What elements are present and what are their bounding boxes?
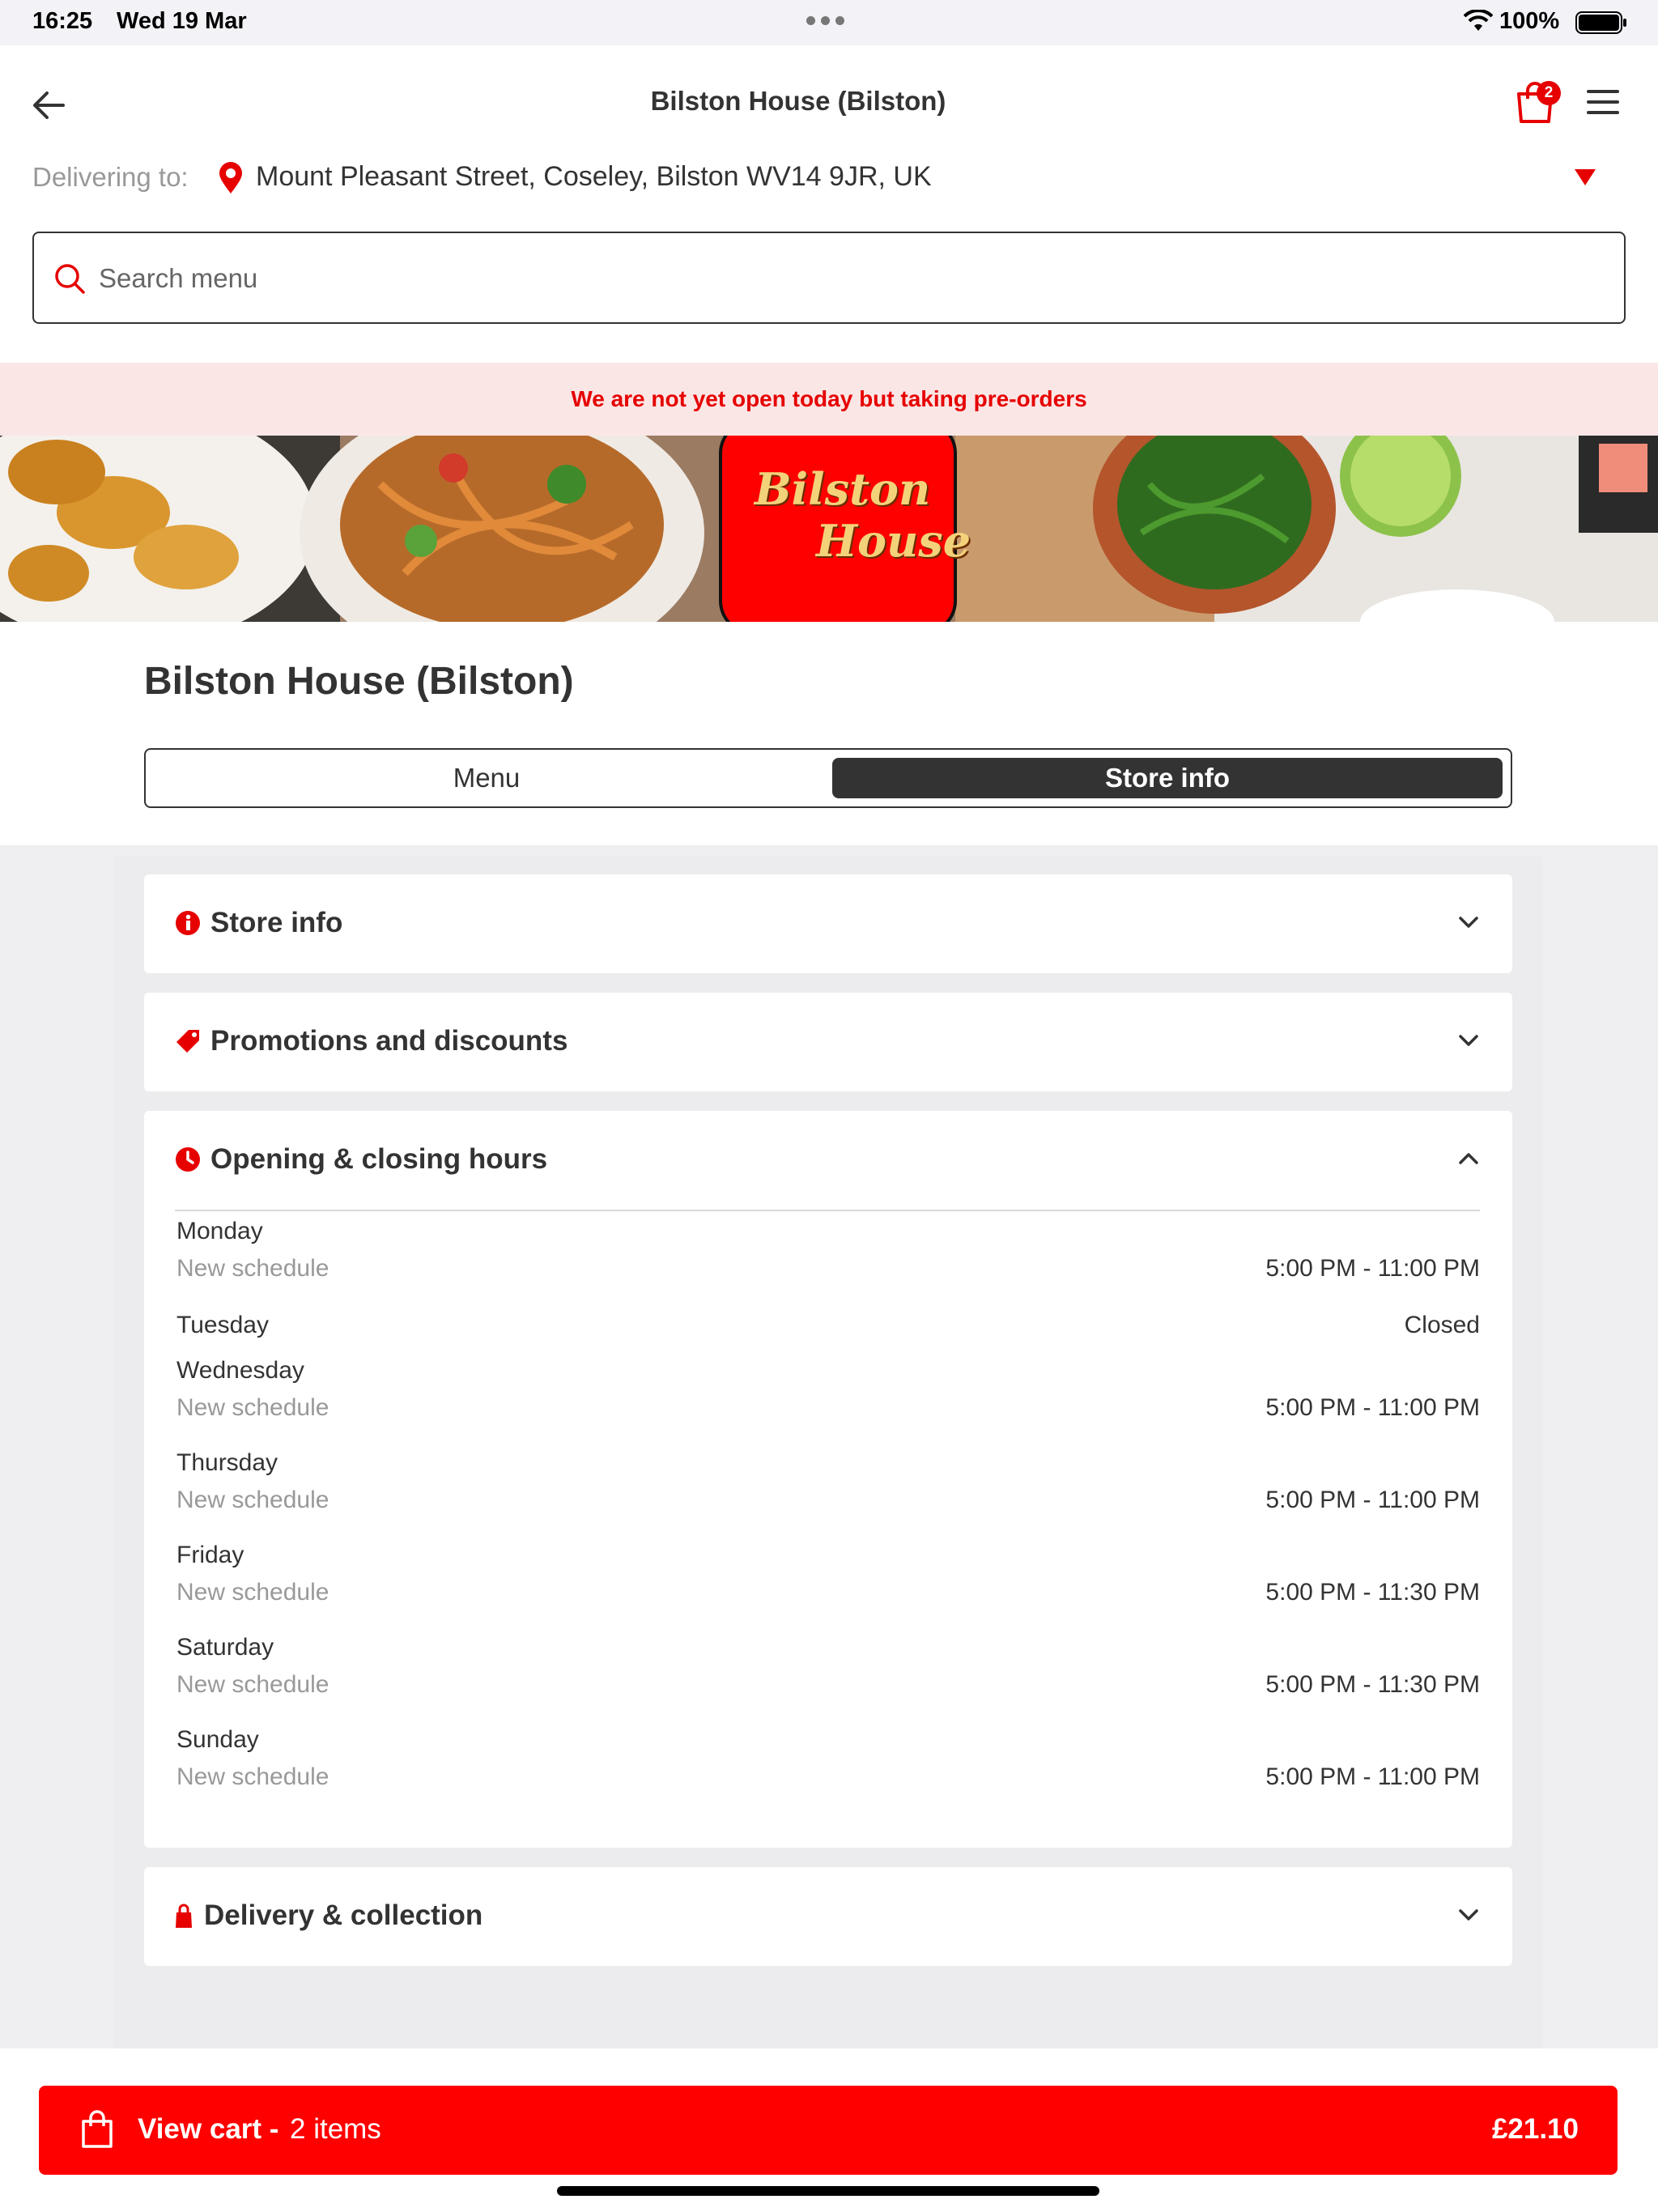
promotions-title: Promotions and discounts	[210, 1025, 568, 1057]
store-banner-image: Bilston House	[0, 436, 1658, 622]
bag-icon	[176, 1904, 192, 1928]
view-cart-button[interactable]: View cart - 2 items £21.10	[39, 2086, 1618, 2175]
delivery-address[interactable]: Mount Pleasant Street, Coseley, Bilston …	[256, 161, 932, 193]
schedule-note: New schedule	[176, 1763, 329, 1790]
day-name: Friday	[176, 1542, 244, 1568]
delivering-to-label: Delivering to:	[32, 162, 189, 192]
promotions-section: Promotions and discounts	[144, 993, 1512, 1091]
chevron-down-icon	[1459, 1909, 1478, 1921]
hamburger-menu-icon[interactable]	[1587, 89, 1619, 115]
store-name: Bilston House (Bilston)	[144, 660, 574, 703]
status-date: Wed 19 Mar	[117, 8, 247, 34]
tab-store-info[interactable]: Store info	[832, 758, 1503, 798]
wifi-icon	[1464, 10, 1493, 31]
chevron-down-icon	[1459, 1035, 1478, 1046]
view-cart-label: View cart -	[138, 2113, 279, 2145]
search-input[interactable]	[99, 254, 1605, 303]
delivery-collection-section: Delivery & collection	[144, 1867, 1512, 1966]
store-info-section: Store info	[144, 874, 1512, 973]
day-name: Tuesday	[176, 1312, 269, 1338]
battery-percentage: 100%	[1499, 8, 1560, 34]
logo-text-line1: Bilston	[755, 463, 931, 515]
day-hours: Closed	[1404, 1312, 1480, 1338]
day-name: Thursday	[176, 1449, 278, 1476]
opening-hours-header[interactable]: Opening & closing hours	[144, 1111, 1512, 1210]
tag-icon	[176, 1030, 199, 1053]
chevron-up-icon	[1459, 1153, 1478, 1164]
day-name: Sunday	[176, 1726, 259, 1753]
store-info-header[interactable]: Store info	[144, 874, 1512, 973]
opening-hours-section: Opening & closing hours Monday New sched…	[144, 1111, 1512, 1848]
day-hours: 5:00 PM - 11:30 PM	[1265, 1579, 1480, 1606]
logo-text-line2: House	[816, 515, 971, 567]
day-hours: 5:00 PM - 11:00 PM	[1265, 1255, 1480, 1282]
day-hours: 5:00 PM - 11:00 PM	[1265, 1394, 1480, 1421]
search-icon	[55, 264, 85, 294]
day-name: Saturday	[176, 1634, 274, 1661]
search-box[interactable]	[32, 232, 1626, 324]
status-time: 16:25	[32, 8, 93, 34]
battery-icon	[1575, 11, 1626, 34]
dropdown-triangle-icon[interactable]	[1574, 168, 1596, 186]
day-hours: 5:00 PM - 11:00 PM	[1265, 1763, 1480, 1790]
cart-total: £21.10	[1491, 2113, 1579, 2145]
status-bar: 16:25 Wed 19 Mar 100%	[0, 0, 1658, 45]
schedule-note: New schedule	[176, 1579, 329, 1606]
store-logo: Bilston House	[719, 436, 971, 622]
delivery-collection-title: Delivery & collection	[204, 1899, 483, 1931]
promotions-header[interactable]: Promotions and discounts	[144, 993, 1512, 1091]
schedule-note: New schedule	[176, 1671, 329, 1698]
store-info-title: Store info	[210, 907, 343, 938]
opening-hours-title: Opening & closing hours	[210, 1143, 548, 1175]
delivery-collection-header[interactable]: Delivery & collection	[144, 1867, 1512, 1966]
clock-icon	[176, 1147, 200, 1172]
schedule-note: New schedule	[176, 1394, 329, 1421]
page-title: Bilston House (Bilston)	[650, 86, 946, 116]
view-tabs: Menu Store info	[144, 748, 1512, 808]
schedule-note: New schedule	[176, 1255, 329, 1282]
schedule-note: New schedule	[176, 1487, 329, 1513]
divider	[175, 1210, 1480, 1211]
shopping-bag-icon	[82, 2110, 113, 2148]
cart-count-badge: 2	[1537, 81, 1561, 105]
day-hours: 5:00 PM - 11:30 PM	[1265, 1671, 1480, 1698]
chevron-down-icon	[1459, 917, 1478, 928]
cart-item-count: 2 items	[290, 2113, 381, 2145]
day-name: Wednesday	[176, 1357, 304, 1384]
info-icon	[176, 911, 200, 935]
multitasking-dots-icon[interactable]	[806, 16, 844, 25]
tab-menu[interactable]: Menu	[154, 758, 819, 798]
home-indicator[interactable]	[557, 2186, 1099, 2196]
preorder-notice: We are not yet open today but taking pre…	[0, 363, 1658, 436]
day-hours: 5:00 PM - 11:00 PM	[1265, 1487, 1480, 1513]
day-name: Monday	[176, 1218, 263, 1244]
location-pin-icon	[219, 162, 242, 194]
